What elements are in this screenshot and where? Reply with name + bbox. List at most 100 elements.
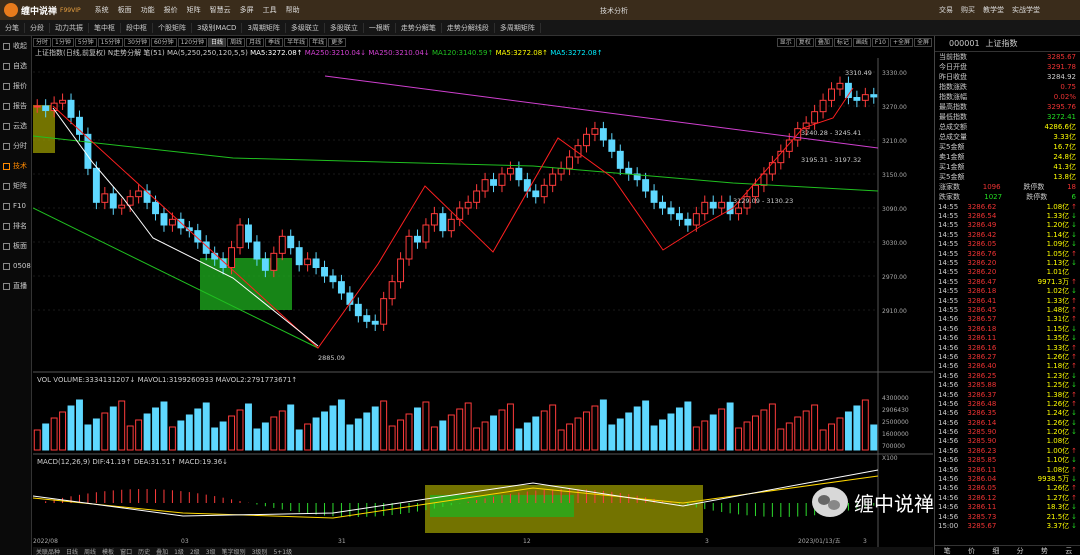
bottom-tab[interactable]: 模板: [99, 547, 117, 555]
bottom-tab[interactable]: 关联品种: [33, 547, 63, 555]
chart-tool-button[interactable]: 叠加: [814, 37, 833, 47]
toolbar-button[interactable]: 多股联立: [325, 22, 364, 33]
sidebar-item[interactable]: 板面: [0, 236, 31, 256]
stats-label-2: 跌停数: [1026, 193, 1048, 201]
right-menu-item[interactable]: 购买: [961, 5, 975, 15]
tick-row: 14:55 3286.42 1.14亿 ↓: [935, 230, 1080, 239]
toolbar-button[interactable]: 多级联立: [286, 22, 325, 33]
period-tab[interactable]: 半年线: [284, 37, 309, 47]
period-tab[interactable]: 1分钟: [52, 37, 74, 47]
sidebar-item[interactable]: 分时: [0, 136, 31, 156]
period-tab[interactable]: 更多: [328, 37, 347, 47]
chart-tool-button[interactable]: 复权: [795, 37, 814, 47]
bottom-tab[interactable]: 笔字级别: [219, 547, 249, 555]
sidebar-item[interactable]: 收起: [0, 36, 31, 56]
quote-value: 3272.41: [1047, 113, 1076, 121]
toolbar-button[interactable]: 3级别MACD: [192, 22, 243, 33]
volume-axis-label: X100: [882, 455, 898, 462]
period-tab[interactable]: 30分钟: [124, 37, 150, 47]
period-tab[interactable]: 月线: [246, 37, 265, 47]
sidebar-item[interactable]: 自选: [0, 56, 31, 76]
right-menu-item[interactable]: 交易: [939, 5, 953, 15]
chart-tool-button[interactable]: F10: [871, 37, 889, 47]
period-tab[interactable]: 年线: [309, 37, 328, 47]
bottom-tab[interactable]: 3级别: [249, 547, 271, 555]
sidebar-item[interactable]: 直播: [0, 276, 31, 296]
menu-item[interactable]: 板面: [118, 5, 132, 15]
chart-tool-button[interactable]: +全屏: [889, 37, 913, 47]
toolbar-button[interactable]: 走势分解线段: [442, 22, 495, 33]
chart-tool-button[interactable]: 显示: [776, 37, 795, 47]
sidebar-item[interactable]: 排名: [0, 216, 31, 236]
menu-item[interactable]: 智慧云: [210, 5, 231, 15]
tick-row: 14:56 3285.85 1.10亿 ↓: [935, 456, 1080, 465]
sidebar-item[interactable]: 报告: [0, 96, 31, 116]
chart-tool-button[interactable]: 全屏: [913, 37, 932, 47]
menu-item[interactable]: 矩阵: [187, 5, 201, 15]
toolbar-button[interactable]: 动力共振: [50, 22, 89, 33]
toolbar-button[interactable]: 分段: [25, 22, 50, 33]
menu-item[interactable]: 工具: [263, 5, 277, 15]
bottom-tab[interactable]: 2级: [187, 547, 203, 555]
candle: [768, 162, 776, 175]
sidebar-item[interactable]: 报价: [0, 76, 31, 96]
period-tab[interactable]: 季线: [265, 37, 284, 47]
panel-tab[interactable]: 云: [1057, 546, 1080, 555]
menu-item[interactable]: 功能: [141, 5, 155, 15]
chart-tool-button[interactable]: 画线: [852, 37, 871, 47]
sidebar-item[interactable]: 矩阵: [0, 176, 31, 196]
period-tab[interactable]: 60分钟: [150, 37, 177, 47]
chart-tool-button[interactable]: 标记: [833, 37, 852, 47]
bottom-tab[interactable]: 窗口: [117, 547, 135, 555]
panel-tab[interactable]: 分: [1008, 546, 1032, 555]
right-menu-item[interactable]: 实战学堂: [1012, 5, 1040, 15]
period-tab[interactable]: 120分钟: [177, 37, 208, 47]
volume-bar: [143, 413, 151, 451]
tick-time: 14:56: [938, 399, 959, 408]
menu-item[interactable]: 系统: [95, 5, 109, 15]
pivot-zone: [33, 105, 55, 153]
menu-item[interactable]: 多屏: [240, 5, 254, 15]
toolbar-button[interactable]: 分笔: [0, 22, 25, 33]
candle: [287, 235, 295, 249]
bottom-tab[interactable]: 日线: [63, 547, 81, 555]
tick-row: 14:55 3286.20 1.01亿: [935, 268, 1080, 277]
candle: [422, 224, 430, 243]
period-tab[interactable]: 周线: [227, 37, 246, 47]
toolbar-button[interactable]: 段中枢: [121, 22, 153, 33]
panel-tab[interactable]: 势: [1032, 546, 1056, 555]
period-tab[interactable]: 分时: [33, 37, 52, 47]
sidebar-item[interactable]: 技术: [0, 156, 31, 176]
right-menu-item[interactable]: 教学堂: [983, 5, 1004, 15]
sidebar-item[interactable]: 0508: [0, 256, 31, 276]
sidebar-item[interactable]: 云选: [0, 116, 31, 136]
tick-direction: ↓: [1071, 334, 1077, 343]
menu-item[interactable]: 报价: [164, 5, 178, 15]
panel-tab[interactable]: 笔: [935, 546, 959, 555]
tick-price: 3286.47: [967, 277, 997, 286]
period-tab[interactable]: 日线: [208, 37, 227, 47]
toolbar-button[interactable]: 笔中枢: [89, 22, 121, 33]
tick-list[interactable]: 14:55 3286.62 1.08亿 ↑ 14:55 3286.54 1.33亿 ↓ 14:5…: [935, 202, 1080, 531]
matrix-icon: [3, 182, 10, 190]
bottom-tab[interactable]: 叠加: [153, 547, 171, 555]
tick-direction: ↓: [1071, 409, 1077, 418]
sidebar-item[interactable]: F10: [0, 196, 31, 216]
period-tab[interactable]: 5分钟: [74, 37, 97, 47]
toolbar-button[interactable]: 多周期矩阵: [495, 22, 541, 33]
bottom-tab[interactable]: 周线: [81, 547, 99, 555]
kline-chart[interactable]: 3330.00 3270.00 3210.00 3150.00 3090.00 3030.…: [33, 58, 933, 555]
toolbar-button[interactable]: 走势分解笔: [396, 22, 442, 33]
toolbar-button[interactable]: 一根断: [364, 22, 396, 33]
tick-direction: ↑: [1071, 343, 1077, 352]
bottom-tab[interactable]: 1级: [171, 547, 187, 555]
toolbar-button[interactable]: 3周期矩阵: [242, 22, 286, 33]
panel-tab[interactable]: 价: [959, 546, 983, 555]
period-tab[interactable]: 15分钟: [97, 37, 124, 47]
bottom-tab[interactable]: 3级: [203, 547, 219, 555]
bottom-tab[interactable]: 5+1级: [270, 547, 295, 555]
toolbar-button[interactable]: 个股矩阵: [153, 22, 192, 33]
menu-item[interactable]: 帮助: [286, 5, 300, 15]
bottom-tab[interactable]: 历史: [135, 547, 153, 555]
panel-tab[interactable]: 细: [984, 546, 1008, 555]
